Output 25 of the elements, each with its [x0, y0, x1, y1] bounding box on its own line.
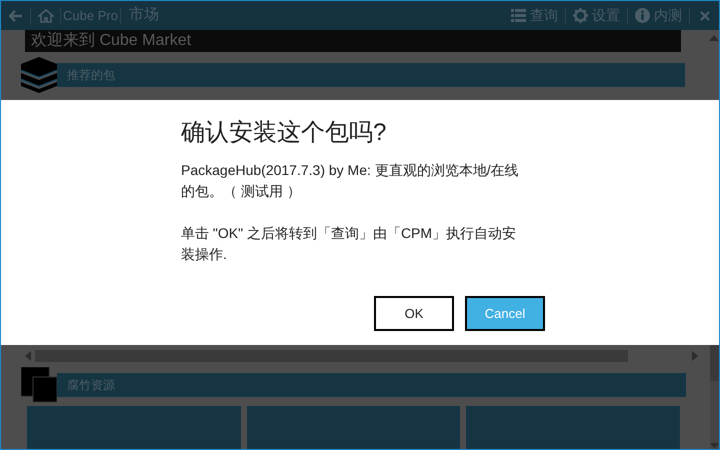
scrollbar[interactable] — [710, 345, 719, 449]
dialog-message: 单击 "OK" 之后将转到「查询」由「CPM」执行自动安装操作. — [181, 224, 518, 264]
scroll-right-icon[interactable] — [692, 351, 698, 361]
cancel-button[interactable]: Cancel — [465, 296, 545, 331]
scroll-down-icon[interactable] — [710, 443, 719, 448]
section-header: 推荐的包 — [57, 63, 685, 87]
settings-icon — [573, 8, 588, 23]
close-icon[interactable] — [700, 10, 710, 20]
section-header: 腐竹资源 — [57, 373, 686, 397]
home-icon[interactable] — [38, 8, 54, 22]
package-tile[interactable] — [466, 406, 680, 449]
list-icon — [511, 8, 526, 23]
package-tile[interactable] — [27, 406, 241, 449]
dialog-message: PackageHub(2017.7.3) by Me: 更直观的浏览本地/在线的包。（ 测试用 ） — [181, 161, 520, 201]
package-stack-icon — [21, 57, 57, 93]
welcome-banner: 欢迎来到 Cube Market — [25, 30, 681, 52]
back-icon[interactable] — [9, 10, 23, 22]
scroll-left-icon[interactable] — [25, 351, 31, 361]
dialog-title: 确认安装这个包吗? — [181, 118, 388, 148]
ok-button[interactable]: OK — [374, 296, 454, 331]
info-icon — [635, 8, 650, 23]
scroll-thumb[interactable] — [710, 345, 719, 381]
package-tile[interactable] — [246, 406, 460, 449]
scroll-up-icon[interactable] — [709, 35, 719, 41]
squares-icon — [21, 367, 57, 403]
